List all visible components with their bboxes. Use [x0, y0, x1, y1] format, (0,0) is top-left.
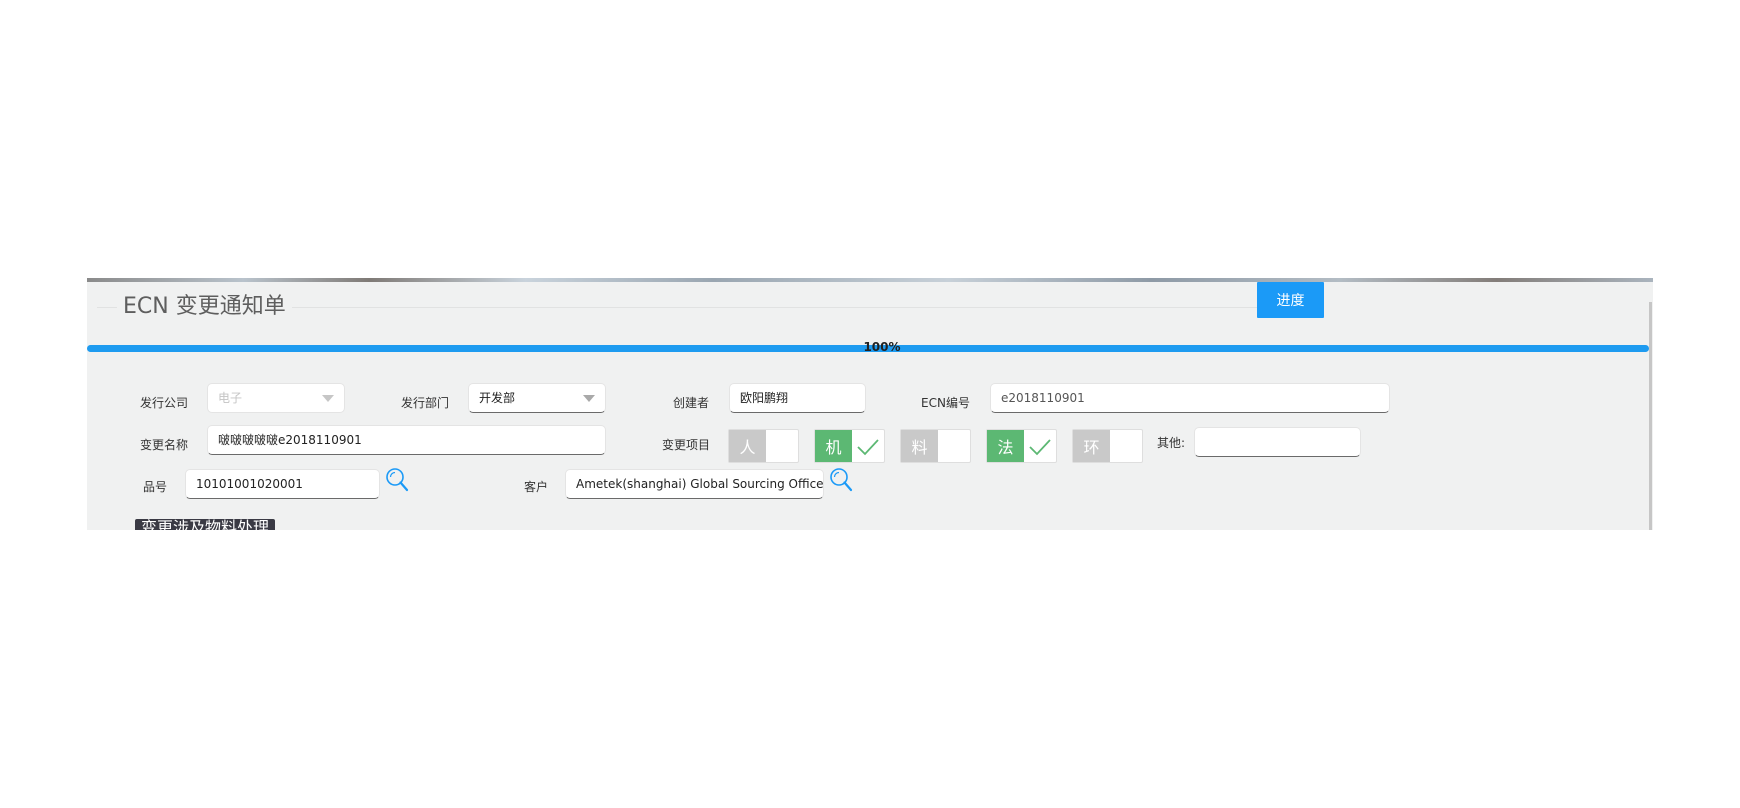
- toggle-method[interactable]: 法: [986, 429, 1057, 463]
- customer-label: 客户: [524, 480, 549, 494]
- other-label: 其他:: [1157, 436, 1186, 450]
- toggle-material-letter: 料: [901, 430, 938, 462]
- toggle-material[interactable]: 料: [900, 429, 971, 463]
- section-title: 变更涉及物料处理: [135, 519, 276, 530]
- toggle-machine-letter: 机: [815, 430, 852, 462]
- department-label: 发行部门: [401, 396, 450, 410]
- vertical-scrollbar[interactable]: [1649, 302, 1652, 530]
- department-select[interactable]: 开发部: [468, 383, 606, 413]
- company-label: 发行公司: [140, 396, 189, 410]
- chevron-down-icon: [583, 395, 595, 402]
- progress-button[interactable]: 进度: [1257, 282, 1324, 318]
- toggle-environment[interactable]: 环: [1072, 429, 1143, 463]
- toggle-person[interactable]: 人: [728, 429, 799, 463]
- chevron-down-icon: [322, 395, 334, 402]
- toggle-machine[interactable]: 机: [814, 429, 885, 463]
- creator-field[interactable]: 欧阳鹏翔: [729, 383, 866, 413]
- other-field[interactable]: [1194, 427, 1361, 457]
- company-select-value: 电子: [218, 391, 243, 405]
- ecn-number-label: ECN编号: [921, 396, 970, 410]
- department-select-value: 开发部: [479, 391, 516, 405]
- check-icon: [857, 439, 879, 456]
- toggle-method-letter: 法: [987, 430, 1024, 462]
- ecn-form-panel: ECN 变更通知单 进度 100% 发行公司 电子 发行部门 开发部 创建者 欧…: [87, 278, 1653, 530]
- search-icon[interactable]: [385, 467, 409, 493]
- toggle-environment-letter: 环: [1073, 430, 1110, 462]
- check-icon: [1029, 439, 1051, 456]
- toggle-person-letter: 人: [729, 430, 766, 462]
- customer-field[interactable]: Ametek(shanghai) Global Sourcing Office: [565, 469, 824, 499]
- change-name-field[interactable]: 啵啵啵啵啵e2018110901: [207, 425, 606, 455]
- progress-percent: 100%: [863, 340, 901, 354]
- ecn-number-field[interactable]: e2018110901: [990, 383, 1390, 413]
- change-name-label: 变更名称: [140, 438, 189, 452]
- page-title: ECN 变更通知单: [117, 293, 292, 321]
- change-items-label: 变更项目: [662, 438, 711, 452]
- company-select[interactable]: 电子: [207, 383, 345, 413]
- part-number-label: 品号: [143, 480, 168, 494]
- part-number-field[interactable]: 10101001020001: [185, 469, 380, 499]
- header-image-strip: [87, 278, 1653, 282]
- search-icon[interactable]: [829, 467, 853, 493]
- creator-label: 创建者: [673, 396, 710, 410]
